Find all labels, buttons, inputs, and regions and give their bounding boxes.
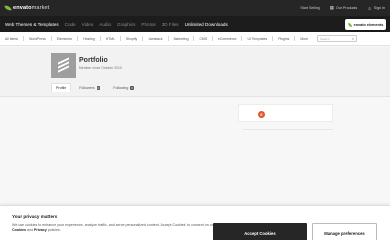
sign-in-link[interactable]: ☺ Sign In [367, 6, 385, 11]
user-icon: ☺ [367, 5, 372, 11]
divider [23, 36, 24, 41]
subnav-elementor[interactable]: Elementor [57, 37, 72, 41]
divider [193, 36, 195, 41]
subnav-ecommerce[interactable]: eCommerce [218, 37, 236, 41]
category-unlimited-downloads[interactable]: Unlimited Downloads [185, 22, 228, 27]
profile-tabs: Profile Followers 0 Following 0 [51, 83, 139, 92]
category-web-themes[interactable]: Web Themes & Templates [5, 22, 59, 27]
subnav-shopify[interactable]: Shopify [126, 37, 137, 41]
divider [272, 36, 274, 41]
portfolio-logo-icon [58, 57, 69, 73]
subnav-plugins[interactable]: Plugins [278, 37, 289, 41]
search-box[interactable]: Search ⌕ [317, 35, 358, 42]
search-input[interactable]: Search [320, 37, 352, 41]
cookie-text: We use cookies to enhance your experienc… [12, 223, 215, 233]
subnav-more[interactable]: More [300, 37, 308, 41]
category-audio[interactable]: Audio [99, 22, 111, 27]
elements-label: envato elements [353, 22, 384, 27]
logo-name: envato [13, 5, 32, 11]
divider [99, 36, 101, 41]
divider [50, 36, 52, 41]
tab-profile[interactable]: Profile [51, 83, 72, 92]
divider [142, 36, 144, 41]
subnav-cms[interactable]: CMS [199, 37, 207, 41]
envato-elements-button[interactable]: envato elements [345, 19, 386, 30]
top-bar: envatomarket Start Selling ▦ Our Products… [0, 0, 390, 16]
leaf-icon [4, 4, 12, 12]
avatar [51, 53, 76, 78]
accept-cookies-button[interactable]: Accept Cookies [213, 223, 307, 240]
member-since: Member since October 2010 [79, 66, 122, 70]
subnav-ui-templates[interactable]: UI Templates [247, 37, 267, 41]
subnav-html[interactable]: HTML [106, 37, 115, 41]
followers-count: 0 [96, 85, 101, 90]
our-products-link[interactable]: ▦ Our Products [330, 5, 357, 11]
envato-logo[interactable]: envatomarket [4, 4, 50, 12]
sub-navigation: All Items WordPress Elementor Hosting HT… [0, 32, 390, 46]
category-photos[interactable]: Photos [141, 22, 155, 27]
cookie-banner: Your privacy matters We use cookies to e… [0, 205, 390, 240]
category-3d-files[interactable]: 3D Files [162, 22, 179, 27]
category-video[interactable]: Video [82, 22, 94, 27]
following-count: 0 [130, 85, 135, 90]
profile-header: Portfolio Member since October 2010 Prof… [0, 47, 390, 97]
search-icon[interactable]: ⌕ [352, 36, 354, 41]
subnav-jamstack[interactable]: Jamstack [148, 37, 162, 41]
subnav-marketing[interactable]: Marketing [174, 37, 189, 41]
divider [243, 129, 333, 130]
divider [167, 36, 169, 41]
divider [294, 36, 296, 41]
category-bar: Web Themes & Templates Code Video Audio … [0, 16, 390, 32]
divider [77, 36, 79, 41]
start-selling-link[interactable]: Start Selling [300, 6, 319, 10]
subnav-wordpress[interactable]: WordPress [29, 37, 46, 41]
cookie-title: Your privacy matters [12, 214, 58, 219]
logo-suffix: market [31, 5, 50, 11]
divider [119, 36, 121, 41]
manage-preferences-button[interactable]: Manage preferences [312, 223, 377, 240]
subnav-hosting[interactable]: Hosting [83, 37, 95, 41]
divider [212, 36, 213, 41]
tab-followers[interactable]: Followers 0 [74, 83, 105, 92]
category-graphics[interactable]: Graphics [117, 22, 135, 27]
badges-card: E [238, 104, 333, 122]
grid-icon: ▦ [329, 5, 335, 10]
page-title: Portfolio [79, 57, 108, 64]
subnav-all-items[interactable]: All Items [5, 37, 18, 41]
cookies-policy-link[interactable]: Cookies [12, 228, 26, 232]
divider [241, 36, 243, 41]
tab-following[interactable]: Following 0 [108, 83, 139, 92]
privacy-policy-link[interactable]: Privacy [34, 228, 47, 232]
header-links: Start Selling ▦ Our Products ☺ Sign In [300, 5, 385, 11]
category-code[interactable]: Code [65, 22, 76, 27]
leaf-icon [347, 22, 352, 27]
author-badge[interactable]: E [258, 111, 265, 118]
